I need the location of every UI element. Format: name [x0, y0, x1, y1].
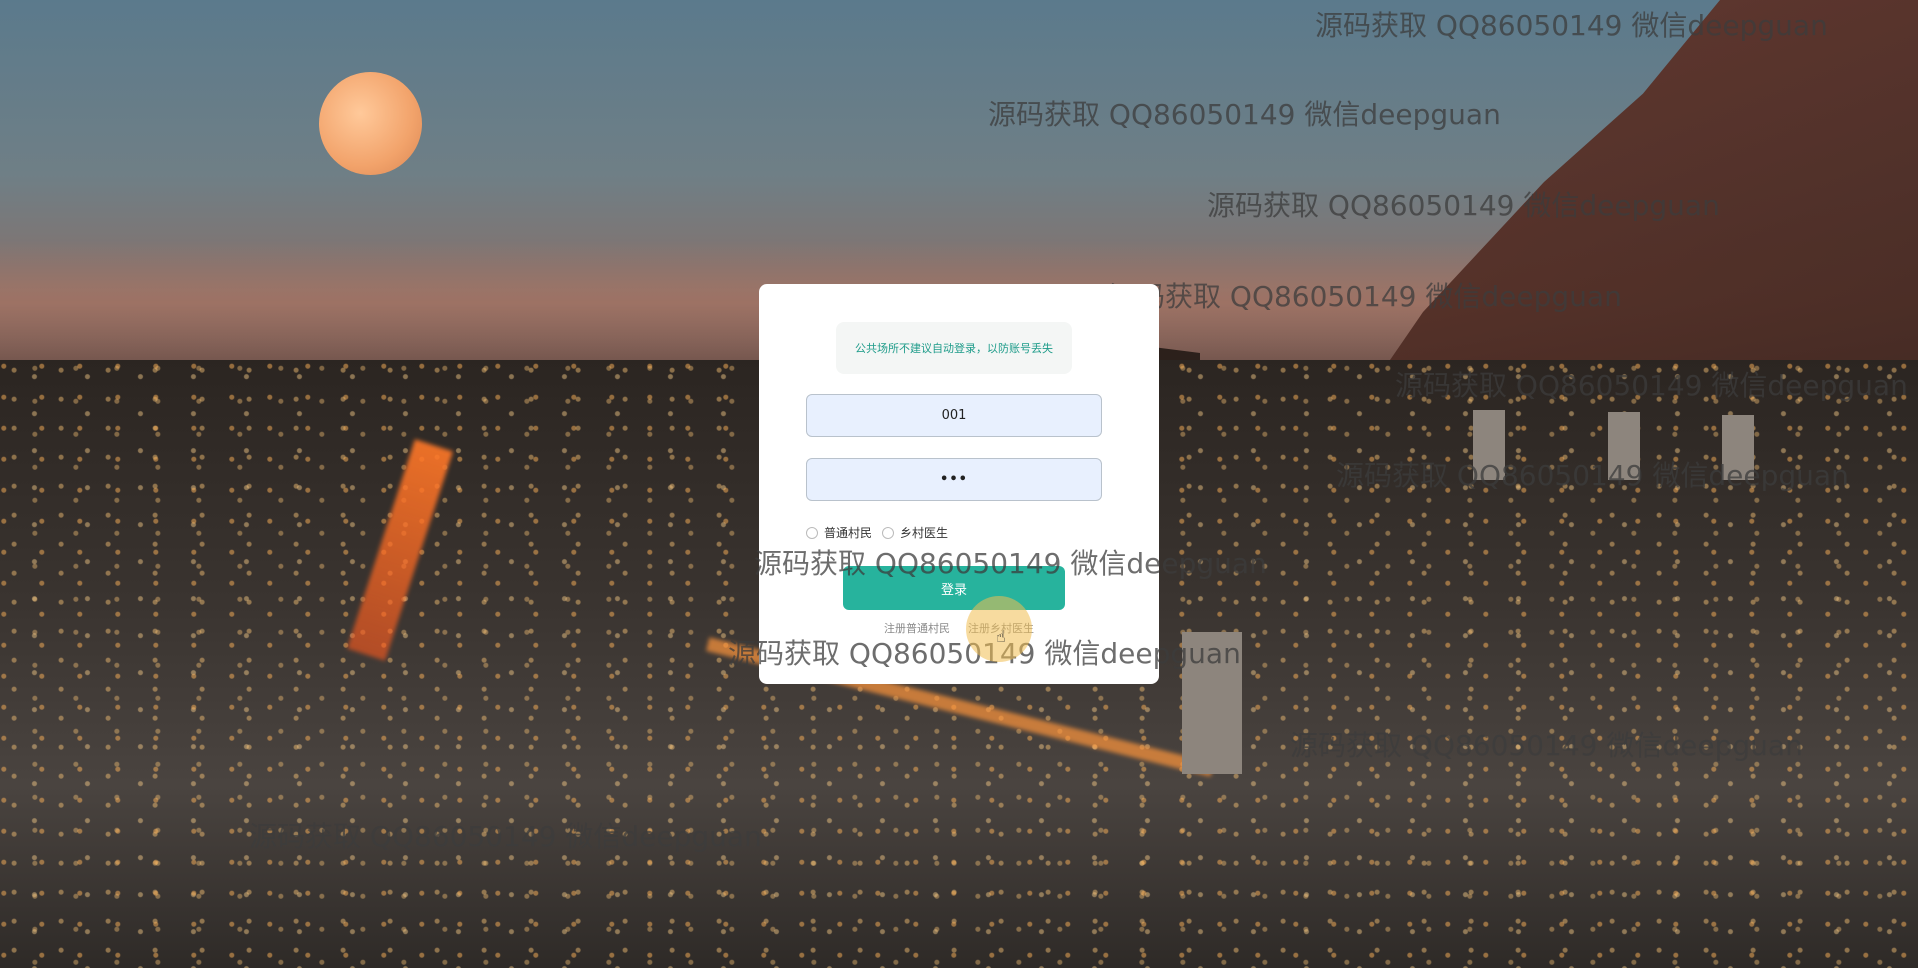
radio-circle-icon[interactable]	[806, 526, 818, 539]
register-links: 注册普通村民 注册乡村医生	[759, 620, 1159, 636]
role-label: 普通村民	[824, 526, 873, 540]
password-input[interactable]	[806, 458, 1102, 501]
radio-circle-icon[interactable]	[882, 526, 895, 539]
tower-building	[1473, 410, 1505, 480]
login-card: 公共场所不建议自动登录，以防账号丢失 普通村民 乡村医生 登录 注册普通村民 注…	[759, 284, 1159, 684]
username-input[interactable]	[806, 394, 1102, 437]
moon	[319, 72, 422, 175]
register-villager-link[interactable]: 注册普通村民	[884, 620, 950, 636]
login-notice: 公共场所不建议自动登录，以防账号丢失	[836, 322, 1072, 374]
login-button[interactable]: 登录	[843, 566, 1065, 610]
register-doctor-link[interactable]: 注册乡村医生	[968, 620, 1034, 636]
tower-building	[1722, 415, 1754, 480]
role-selector: 普通村民 乡村医生	[806, 524, 948, 541]
tower-building	[1182, 632, 1242, 774]
tower-building	[1608, 412, 1640, 480]
role-option-doctor[interactable]: 乡村医生	[882, 524, 948, 541]
role-option-villager[interactable]: 普通村民	[806, 524, 872, 541]
role-label: 乡村医生	[900, 526, 949, 540]
